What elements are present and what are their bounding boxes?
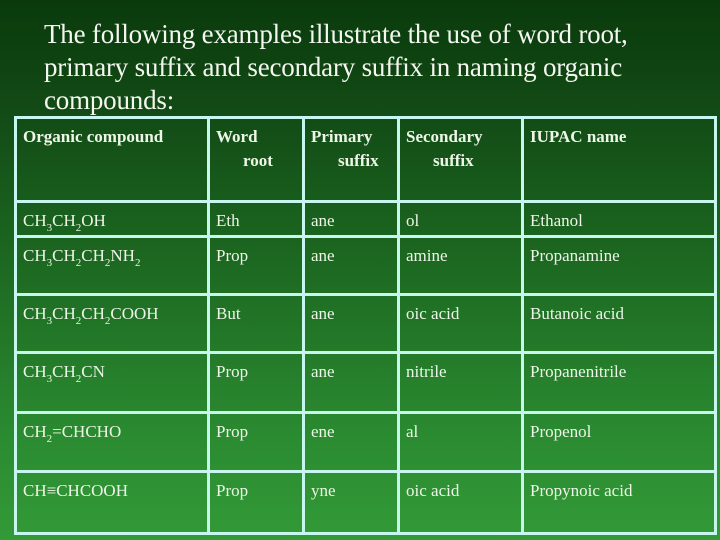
table-row: CH2=CHCHO Prop ene al Propenol xyxy=(14,411,717,473)
word-root-cell: Prop xyxy=(207,411,305,473)
formula-part: CH xyxy=(23,422,47,441)
secondary-suffix-cell: nitrile xyxy=(397,351,524,414)
primary-suffix-cell: ane xyxy=(302,235,400,296)
formula-cell: CH2=CHCHO xyxy=(14,411,210,473)
formula-part: COOH xyxy=(110,304,159,323)
formula-part: CH≡CHCOOH xyxy=(23,481,128,500)
table-header-row: Organic compound Word root Primary suffix … xyxy=(14,116,717,203)
formula-cell: CH3CH2CN xyxy=(14,351,210,414)
iupac-name-cell: Propenol xyxy=(521,411,717,473)
header-secondary-suffix: Secondary suffix xyxy=(397,116,524,203)
formula-part: CH xyxy=(23,211,47,230)
formula-part: OH xyxy=(81,211,106,230)
slide-heading: The following examples illustrate the us… xyxy=(44,19,628,115)
header-label: Organic compound xyxy=(23,127,164,146)
header-primary-suffix: Primary suffix xyxy=(302,116,400,203)
header-label: IUPAC name xyxy=(530,127,627,146)
header-label: Primary xyxy=(311,127,373,146)
secondary-suffix-cell: al xyxy=(397,411,524,473)
formula-part: NH xyxy=(110,246,135,265)
formula-part: CH xyxy=(81,246,105,265)
formula-cell: CH3CH2OH xyxy=(14,200,210,238)
table-row: CH3CH2CN Prop ane nitrile Propanenitrile xyxy=(14,351,717,414)
secondary-suffix-cell: ol xyxy=(397,200,524,238)
header-label-line2: root xyxy=(243,151,273,170)
word-root-cell: Eth xyxy=(207,200,305,238)
formula-part: CH xyxy=(52,246,76,265)
word-root-cell: But xyxy=(207,293,305,354)
secondary-suffix-cell: oic acid xyxy=(397,293,524,354)
formula-part: CH xyxy=(23,246,47,265)
header-word-root: Word root xyxy=(207,116,305,203)
primary-suffix-cell: ane xyxy=(302,351,400,414)
header-label: Word xyxy=(216,127,258,146)
header-organic-compound: Organic compound xyxy=(14,116,210,203)
header-label: Secondary xyxy=(406,127,483,146)
header-iupac-name: IUPAC name xyxy=(521,116,717,203)
formula-part: CH xyxy=(52,304,76,323)
primary-suffix-cell: ane xyxy=(302,293,400,354)
iupac-name-cell: Ethanol xyxy=(521,200,717,238)
iupac-name-cell: Propynoic acid xyxy=(521,470,717,535)
header-label-line2: suffix xyxy=(338,151,379,170)
formula-part: CH xyxy=(23,304,47,323)
formula-cell: CH3CH2CH2NH2 xyxy=(14,235,210,296)
secondary-suffix-cell: oic acid xyxy=(397,470,524,535)
iupac-name-cell: Butanoic acid xyxy=(521,293,717,354)
primary-suffix-cell: ane xyxy=(302,200,400,238)
formula-part: =CHCHO xyxy=(52,422,122,441)
formula-part: CH xyxy=(23,362,47,381)
table-row: CH≡CHCOOH Prop yne oic acid Propynoic ac… xyxy=(14,470,717,535)
formula-cell: CH3CH2CH2COOH xyxy=(14,293,210,354)
formula-cell: CH≡CHCOOH xyxy=(14,470,210,535)
word-root-cell: Prop xyxy=(207,351,305,414)
table-row: CH3CH2CH2COOH But ane oic acid Butanoic … xyxy=(14,293,717,354)
header-label-line2: suffix xyxy=(433,151,474,170)
table-row: CH3CH2CH2NH2 Prop ane amine Propanamine xyxy=(14,235,717,296)
formula-part: CH xyxy=(52,362,76,381)
formula-subscript: 2 xyxy=(134,257,141,269)
formula-part: CH xyxy=(52,211,76,230)
secondary-suffix-cell: amine xyxy=(397,235,524,296)
formula-part: CN xyxy=(81,362,105,381)
primary-suffix-cell: ene xyxy=(302,411,400,473)
formula-part: CH xyxy=(81,304,105,323)
iupac-name-cell: Propanenitrile xyxy=(521,351,717,414)
table-row: CH3CH2OH Eth ane ol Ethanol xyxy=(14,200,717,238)
naming-examples-table: Organic compound Word root Primary suffix … xyxy=(14,116,717,535)
iupac-name-cell: Propanamine xyxy=(521,235,717,296)
word-root-cell: Prop xyxy=(207,235,305,296)
primary-suffix-cell: yne xyxy=(302,470,400,535)
word-root-cell: Prop xyxy=(207,470,305,535)
